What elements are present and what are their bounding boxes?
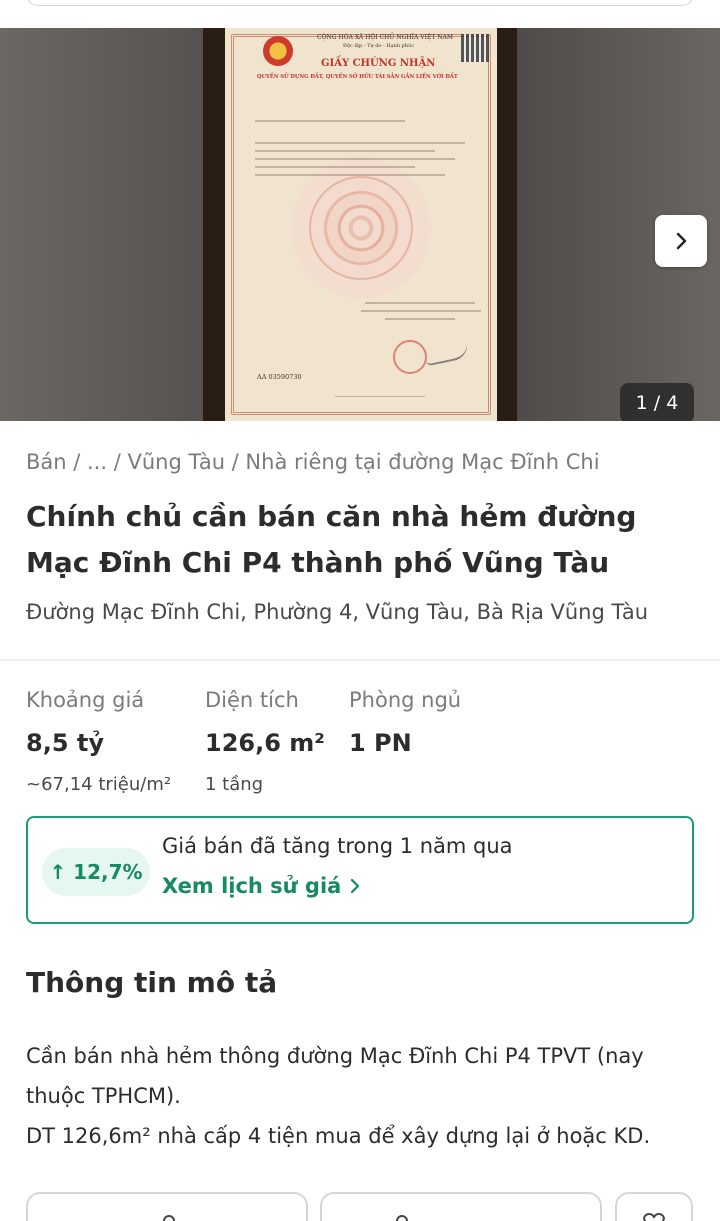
breadcrumb[interactable]: Bán / ... / Vũng Tàu / Nhà riêng tại đườ… bbox=[26, 450, 600, 474]
next-photo-button[interactable] bbox=[655, 215, 707, 267]
floors-value: 1 tầng bbox=[205, 774, 264, 795]
text-line bbox=[255, 158, 455, 160]
price-change-badge: ↑ 12,7% bbox=[42, 848, 150, 896]
price-history-label: Xem lịch sử giá bbox=[162, 874, 342, 898]
call-button[interactable] bbox=[320, 1192, 602, 1221]
price-stat: Khoảng giá 8,5 tỷ ~67,14 triệu/m² bbox=[26, 688, 171, 795]
listing-address: Đường Mạc Đĩnh Chi, Phường 4, Vũng Tàu, … bbox=[26, 600, 649, 624]
gallery-photo: CỘNG HÒA XÃ HỘI CHỦ NGHĨA VIỆT NAM Độc l… bbox=[203, 28, 517, 421]
area-value: 126,6 m² bbox=[205, 729, 325, 757]
text-line bbox=[255, 142, 465, 144]
certificate-serial: AA 03590730 bbox=[257, 373, 302, 381]
certificate-header-line2: Độc lập - Tự do - Hạnh phúc bbox=[343, 43, 415, 49]
search-bar-edge[interactable] bbox=[26, 0, 694, 6]
text-line bbox=[335, 396, 425, 397]
save-favorite-button[interactable] bbox=[615, 1192, 693, 1221]
red-stamp-icon bbox=[393, 340, 427, 374]
area-label: Diện tích bbox=[205, 688, 299, 712]
divider bbox=[0, 659, 720, 661]
listing-title: Chính chủ cần bán căn nhà hẻm đường Mạc … bbox=[26, 500, 637, 579]
bedroom-label: Phòng ngủ bbox=[349, 688, 462, 712]
certificate-header-line1: CỘNG HÒA XÃ HỘI CHỦ NGHĨA VIỆT NAM bbox=[317, 34, 453, 41]
gallery-background-left bbox=[0, 28, 205, 421]
text-line bbox=[365, 302, 475, 304]
user-icon bbox=[163, 1215, 175, 1221]
price-value: 8,5 tỷ bbox=[26, 729, 104, 757]
national-emblem-icon bbox=[263, 36, 293, 66]
text-line bbox=[385, 318, 455, 320]
chevron-right-icon bbox=[676, 232, 687, 250]
description-line-1: Cần bán nhà hẻm thông đường Mạc Đĩnh Chi… bbox=[26, 1044, 644, 1108]
bronze-drum-pattern bbox=[291, 158, 431, 298]
heart-icon bbox=[643, 1212, 665, 1221]
chevron-right-small-icon bbox=[351, 878, 360, 894]
price-per-m2: ~67,14 triệu/m² bbox=[26, 774, 172, 795]
certificate-title: GIẤY CHỨNG NHẬN bbox=[321, 58, 436, 69]
text-line bbox=[255, 166, 415, 168]
certificate-document: CỘNG HÒA XÃ HỘI CHỦ NGHĨA VIỆT NAM Độc l… bbox=[225, 28, 497, 421]
bedroom-stat: Phòng ngủ 1 PN bbox=[349, 688, 461, 757]
text-line bbox=[255, 120, 405, 122]
price-trend-text: Giá bán đã tăng trong 1 năm qua bbox=[162, 834, 513, 858]
phone-icon bbox=[396, 1215, 408, 1221]
bedroom-value: 1 PN bbox=[349, 729, 412, 757]
price-label: Khoảng giá bbox=[26, 688, 145, 712]
contact-agent-button[interactable] bbox=[26, 1192, 308, 1221]
description-line-2: DT 126,6m² nhà cấp 4 tiện mua để xây dựn… bbox=[26, 1124, 651, 1148]
description-heading: Thông tin mô tả bbox=[26, 966, 278, 999]
certificate-subtitle: QUYỀN SỬ DỤNG ĐẤT, QUYỀN SỞ HỮU TÀI SẢN … bbox=[257, 74, 458, 80]
photo-counter: 1 / 4 bbox=[620, 383, 694, 421]
photo-gallery[interactable]: CỘNG HÒA XÃ HỘI CHỦ NGHĨA VIỆT NAM Độc l… bbox=[0, 28, 720, 421]
price-history-link[interactable]: Xem lịch sử giá bbox=[162, 874, 361, 898]
price-trend-card[interactable]: ↑ 12,7% Giá bán đã tăng trong 1 năm qua … bbox=[26, 816, 694, 924]
qr-code-icon bbox=[461, 34, 489, 62]
text-line bbox=[255, 174, 445, 176]
text-line bbox=[255, 150, 435, 152]
area-stat: Diện tích 126,6 m² 1 tầng bbox=[205, 688, 325, 795]
description-text: Cần bán nhà hẻm thông đường Mạc Đĩnh Chi… bbox=[26, 1036, 686, 1156]
text-line bbox=[361, 310, 481, 312]
